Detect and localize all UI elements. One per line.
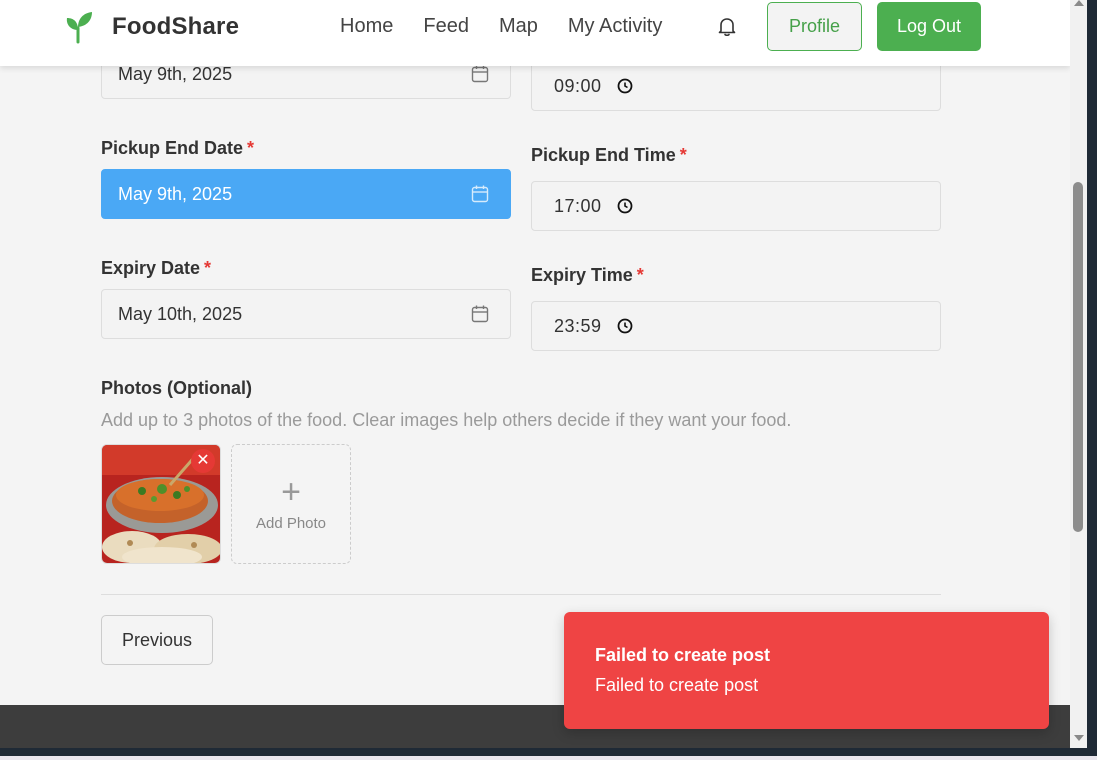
required-marker: * <box>679 145 687 165</box>
expiry-time-field[interactable]: 23:59 <box>531 301 941 351</box>
brand-logo[interactable]: FoodShare <box>64 10 239 44</box>
sprout-icon <box>66 12 92 44</box>
scroll-up-arrow-icon[interactable] <box>1074 0 1084 6</box>
form-divider <box>101 594 941 595</box>
calendar-icon <box>471 185 489 203</box>
remove-photo-button[interactable]: ✕ <box>191 449 215 473</box>
pickup-end-date-value: May 9th, 2025 <box>118 183 233 204</box>
calendar-icon <box>471 65 489 83</box>
pickup-start-time-value: 09:00 <box>554 76 602 96</box>
scrollbar-thumb[interactable] <box>1073 182 1083 532</box>
top-navbar: FoodShare Home Feed Map My Activity Prof… <box>0 0 1070 66</box>
required-marker: * <box>247 138 255 158</box>
nav-feed[interactable]: Feed <box>423 14 469 38</box>
main-nav: Home Feed Map My Activity <box>340 14 692 38</box>
expiry-date-label: Expiry Date * <box>101 258 212 278</box>
add-photo-button[interactable]: + Add Photo <box>231 444 351 564</box>
bell-icon[interactable] <box>716 15 738 37</box>
toast-title: Failed to create post <box>595 645 771 665</box>
clock-icon[interactable] <box>616 317 634 335</box>
add-photo-label: Add Photo <box>255 514 327 532</box>
window-bottom-edge <box>0 748 1097 760</box>
expiry-date-value: May 10th, 2025 <box>118 303 243 324</box>
brand-name: FoodShare <box>112 13 240 40</box>
nav-map[interactable]: Map <box>499 14 538 38</box>
page-viewport: FoodShare Home Feed Map My Activity Prof… <box>0 0 1070 748</box>
scroll-down-arrow-icon[interactable] <box>1074 735 1084 741</box>
clock-icon[interactable] <box>616 77 634 95</box>
expiry-time-label: Expiry Time * <box>531 265 644 285</box>
pickup-start-date-value: May 9th, 2025 <box>118 63 233 84</box>
expiry-date-field[interactable]: May 10th, 2025 <box>101 289 511 339</box>
vertical-scrollbar[interactable] <box>1070 0 1087 748</box>
window-edge <box>1087 0 1097 760</box>
required-marker: * <box>636 265 644 285</box>
error-toast[interactable]: Failed to create post Failed to create p… <box>564 612 1049 729</box>
pickup-start-time-field[interactable]: 09:00 <box>531 61 941 111</box>
calendar-icon <box>471 305 489 323</box>
pickup-end-time-field[interactable]: 17:00 <box>531 181 941 231</box>
pickup-end-time-value: 17:00 <box>554 196 602 216</box>
clock-icon[interactable] <box>616 197 634 215</box>
logout-button[interactable]: Log Out <box>877 2 981 51</box>
expiry-time-value: 23:59 <box>554 316 602 336</box>
previous-button[interactable]: Previous <box>101 615 213 665</box>
plus-icon: + <box>281 472 301 511</box>
photos-help-text: Add up to 3 photos of the food. Clear im… <box>101 410 792 430</box>
toast-message: Failed to create post <box>595 675 759 695</box>
photos-title: Photos (Optional) <box>101 378 252 398</box>
nav-my-activity[interactable]: My Activity <box>568 14 662 38</box>
nav-home[interactable]: Home <box>340 14 393 38</box>
profile-button[interactable]: Profile <box>767 2 862 51</box>
pickup-end-time-label: Pickup End Time * <box>531 145 687 165</box>
pickup-end-date-field[interactable]: May 9th, 2025 <box>101 169 511 219</box>
pickup-end-date-label: Pickup End Date * <box>101 138 255 158</box>
required-marker: * <box>204 258 212 278</box>
